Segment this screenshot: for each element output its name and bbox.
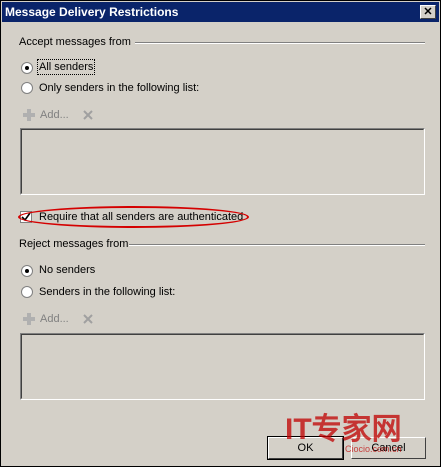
remove-x-icon[interactable]: [82, 313, 94, 325]
title-bar: Message Delivery Restrictions ✕: [2, 2, 439, 22]
green-plus-icon: [23, 109, 35, 121]
reject-list-radio[interactable]: [21, 286, 33, 298]
reject-none-label[interactable]: No senders: [39, 264, 95, 276]
window-title: Message Delivery Restrictions: [5, 5, 179, 19]
accept-group-label: Accept messages from: [19, 36, 135, 48]
accept-only-radio[interactable]: [21, 82, 33, 94]
dialog-window: Message Delivery Restrictions ✕ Accept m…: [0, 0, 441, 467]
watermark-logo: IT专家网 Ciocio.com.cn: [283, 405, 433, 455]
reject-add-button[interactable]: Add...: [40, 313, 69, 325]
green-plus-icon: [23, 313, 35, 325]
annotation-ellipse: [18, 206, 249, 228]
remove-x-icon[interactable]: [82, 109, 94, 121]
reject-list-label[interactable]: Senders in the following list:: [39, 286, 175, 298]
reject-group-label: Reject messages from: [19, 238, 133, 250]
watermark-subtext: Ciocio.com.cn: [345, 444, 402, 454]
accept-all-label[interactable]: All senders: [36, 59, 96, 75]
accept-senders-list[interactable]: [20, 128, 425, 195]
accept-all-radio[interactable]: [21, 62, 33, 74]
reject-divider: [129, 244, 425, 246]
watermark-text: IT专家网: [285, 413, 402, 446]
accept-add-button[interactable]: Add...: [40, 109, 69, 121]
accept-divider: [135, 42, 425, 44]
reject-none-radio[interactable]: [21, 265, 33, 277]
accept-only-label[interactable]: Only senders in the following list:: [39, 82, 199, 94]
reject-senders-list[interactable]: [20, 333, 425, 400]
close-button[interactable]: ✕: [420, 5, 436, 19]
